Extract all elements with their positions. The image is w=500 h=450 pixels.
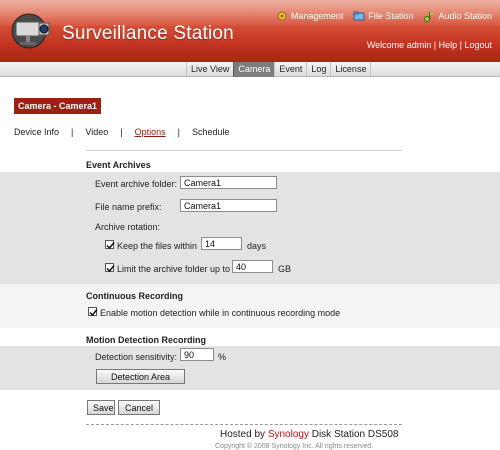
app-title: Surveillance Station [62,23,234,44]
subtab-options[interactable]: Options [135,127,166,137]
subtab-separator: | [71,127,74,137]
motion-detection-title: Motion Detection Recording [86,335,206,345]
tab-event[interactable]: Event [274,62,306,77]
section-divider [86,150,402,151]
file-prefix-input[interactable] [180,199,277,212]
welcome-separator: | [433,40,437,50]
keep-files-checkbox[interactable] [105,240,115,250]
help-link[interactable]: Help [439,40,458,50]
event-archives-title: Event Archives [86,160,151,170]
main-tabs: Live View Camera Event Log License [186,62,372,77]
tab-log[interactable]: Log [306,62,330,77]
file-station-link[interactable]: File Station [353,10,413,22]
welcome-text: Welcome admin [366,40,432,50]
camera-title-badge: Camera - Camera1 [14,98,102,114]
subtab-device-info[interactable]: Device Info [14,127,59,137]
management-icon [277,11,287,21]
top-navigation: Management File Station Audio Station [276,10,492,22]
hosted-by-text: Hosted by Synology Disk Station DS508 [220,429,398,440]
file-prefix-label: File name prefix: [95,202,162,212]
tab-camera[interactable]: Camera [233,62,275,77]
file-station-icon [353,11,365,21]
logout-link[interactable]: Logout [464,40,492,50]
archive-folder-label: Event archive folder: [95,179,178,189]
limit-folder-checkbox[interactable] [105,263,115,273]
event-archives-header-band [0,152,500,168]
audio-station-label: Audio Station [438,11,492,21]
subtab-separator: | [177,127,180,137]
sensitivity-unit: % [218,352,227,362]
audio-station-link[interactable]: Audio Station [423,10,492,22]
tab-license[interactable]: License [330,62,372,77]
limit-gb-unit: GB [278,264,292,274]
file-station-label: File Station [368,11,414,21]
archive-folder-input[interactable] [180,176,277,189]
event-archives-panel [0,172,500,292]
motion-header-band [0,328,500,348]
continuous-recording-panel [0,284,500,330]
audio-station-icon [424,12,435,22]
hosted-prefix: Hosted by [220,429,268,440]
continuous-recording-title: Continuous Recording [86,291,183,301]
sensitivity-input[interactable] [180,348,214,361]
detection-area-button[interactable]: Detection Area [96,369,185,384]
management-label: Management [290,11,344,21]
keep-days-unit: days [247,241,267,251]
cancel-button[interactable]: Cancel [118,400,160,415]
limit-folder-label: Limit the archive folder up to [117,264,231,274]
sensitivity-label: Detection sensitivity: [95,352,178,362]
camera-logo-icon [6,10,54,52]
welcome-bar: Welcome admin | Help | Logout [367,40,492,50]
enable-motion-label: Enable motion detection while in continu… [100,308,341,318]
archive-rotation-label: Archive rotation: [95,222,161,232]
synology-brand: Synology [267,429,309,440]
subtab-video[interactable]: Video [85,127,108,137]
keep-days-input[interactable] [201,237,242,250]
motion-detection-panel [0,346,500,390]
welcome-separator: | [459,40,462,50]
camera-subtabs: Device Info | Video | Options | Schedule [14,127,229,137]
keep-files-label: Keep the files within [117,241,198,251]
limit-gb-input[interactable] [232,260,273,273]
tab-live-view[interactable]: Live View [186,62,233,77]
footer-divider [86,424,402,425]
copyright-text: Copyright © 2008 Synology Inc. All right… [215,443,374,450]
management-link[interactable]: Management [276,10,344,22]
enable-motion-checkbox[interactable] [88,307,98,317]
subtab-separator: | [120,127,123,137]
hosted-suffix: Disk Station DS508 [308,429,399,440]
app-header: Surveillance Station Management File Sta… [0,0,500,62]
save-button[interactable]: Save [87,400,115,415]
subtab-schedule[interactable]: Schedule [192,127,230,137]
